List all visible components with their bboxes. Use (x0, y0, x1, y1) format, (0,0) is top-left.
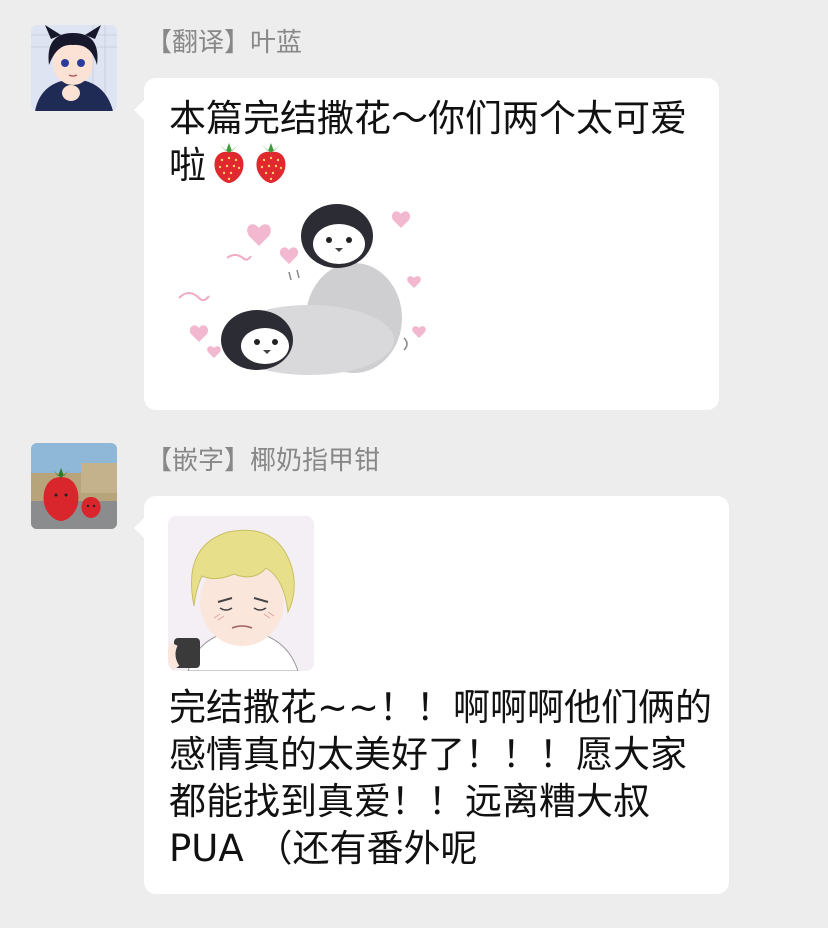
blonde-anime-boy-sticker-icon (168, 516, 314, 671)
blonde-boy-sticker[interactable] (168, 516, 314, 671)
message-bubble-1[interactable]: 本篇完结撒花～你们两个太可爱啦 (134, 78, 719, 410)
message-bubble-2[interactable]: 完结撒花~~！！啊啊啊他们俩的感情真的太美好了！！！愿大家都能找到真爱！！远离糟… (134, 496, 729, 894)
penguin-sticker[interactable] (169, 188, 439, 378)
penguin-sticker-icon (169, 188, 439, 378)
sender-avatar-1[interactable] (31, 25, 117, 111)
sender-name-2: 【嵌字】椰奶指甲钳 (146, 446, 381, 476)
sender-avatar-2[interactable] (31, 443, 117, 529)
sender-name-1: 【翻译】叶蓝 (146, 28, 303, 58)
strawberry-avatar-icon (31, 443, 117, 529)
message-text-1: 本篇完结撒花～你们两个太可爱啦 (169, 95, 704, 195)
anime-girl-avatar-icon (31, 25, 117, 111)
message-text-2: 完结撒花~~！！啊啊啊他们俩的感情真的太美好了！！！愿大家都能找到真爱！！远离糟… (169, 686, 713, 870)
